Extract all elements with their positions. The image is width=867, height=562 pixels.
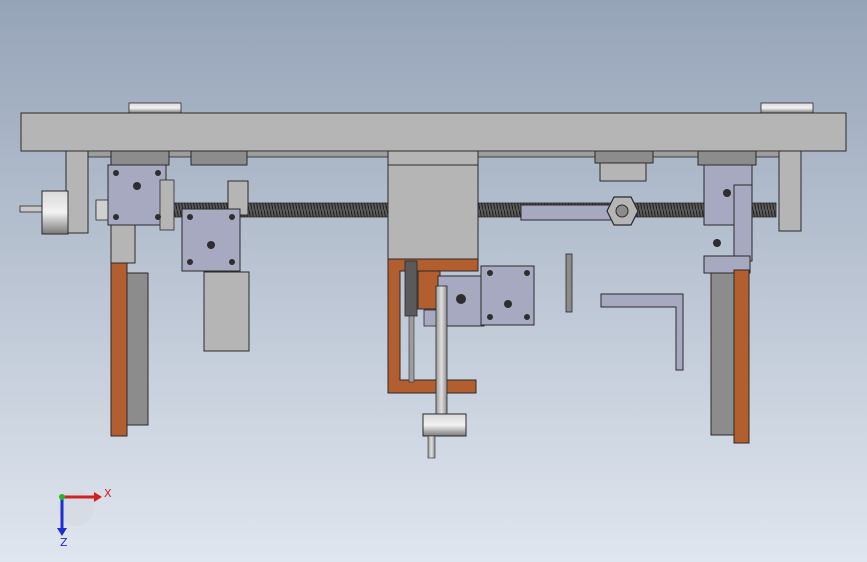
right-slider-block-2 <box>733 184 753 262</box>
bolt <box>187 259 193 265</box>
guide-strip-inner <box>408 315 415 383</box>
bolt <box>187 214 193 220</box>
bolt <box>524 270 530 276</box>
bolt <box>487 270 493 276</box>
carriage-3 <box>594 150 654 164</box>
right-arm-plate[interactable] <box>710 272 736 436</box>
left-copper-pad[interactable] <box>110 262 128 437</box>
end-bracket-right[interactable] <box>778 150 802 232</box>
bolt <box>113 214 119 220</box>
assembly-view: X Z <box>0 0 867 562</box>
left-slider-side <box>159 179 175 231</box>
carriage-4 <box>697 150 757 166</box>
bolt <box>229 259 235 265</box>
shaft-end-left <box>19 205 45 213</box>
z-axis-label: Z <box>60 536 68 549</box>
bolt <box>504 300 512 308</box>
guide-strip <box>404 260 418 317</box>
bolt <box>133 182 141 190</box>
end-bracket-left[interactable] <box>65 150 89 234</box>
mid-left-lower-block[interactable] <box>203 271 250 352</box>
nut-arm[interactable] <box>520 204 613 221</box>
left-arm-upper <box>110 224 136 264</box>
center-column[interactable] <box>387 164 479 260</box>
center-rod-tip <box>427 435 436 459</box>
top-boss-left <box>128 102 182 114</box>
triad-origin <box>59 494 65 500</box>
center-column-top[interactable] <box>387 150 479 166</box>
center-cylinder[interactable] <box>422 413 467 437</box>
carriage-3-block <box>599 162 647 182</box>
right-copper-pad[interactable] <box>733 269 750 444</box>
bolt <box>113 170 119 176</box>
x-axis-label: X <box>104 487 112 500</box>
carriage-1 <box>110 150 170 166</box>
thin-bar[interactable] <box>565 253 573 313</box>
bolt <box>524 314 530 320</box>
center-rod[interactable] <box>435 285 448 417</box>
top-plate[interactable] <box>20 112 847 152</box>
cad-viewport[interactable]: X Z <box>0 0 867 562</box>
bolt <box>155 214 161 220</box>
bolt <box>713 239 721 247</box>
left-arm-plate[interactable] <box>125 272 149 426</box>
motor-coupling-left[interactable] <box>41 190 69 235</box>
bolt <box>487 314 493 320</box>
nut-bore <box>615 204 629 218</box>
top-boss-right <box>760 102 814 114</box>
bolt <box>723 189 731 197</box>
bolt <box>229 214 235 220</box>
bolt <box>155 170 161 176</box>
bolt <box>456 294 466 304</box>
carriage-2 <box>190 150 248 166</box>
bolt <box>207 241 215 249</box>
